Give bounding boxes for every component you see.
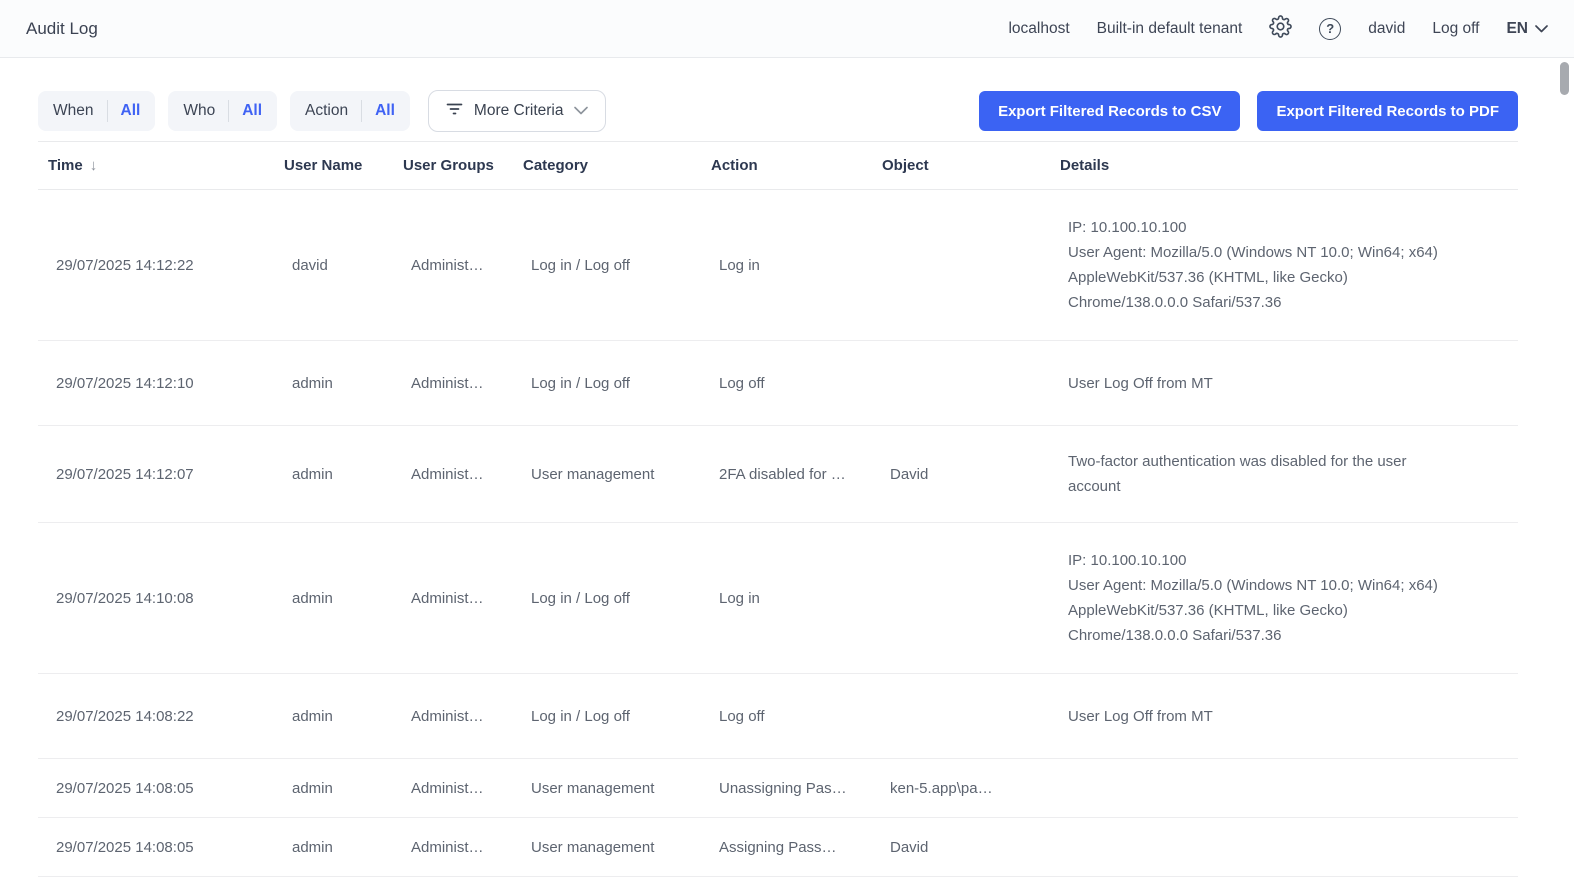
- chevron-down-icon: [574, 102, 588, 120]
- cell-details: IP: 10.100.10.100 User Agent: Mozilla/5.…: [1060, 548, 1518, 648]
- filter-label: Who: [183, 102, 215, 120]
- cell-time: 29/07/2025 14:08:22: [48, 706, 284, 727]
- column-header-user-name[interactable]: User Name: [284, 157, 403, 174]
- filter-label: Action: [305, 102, 348, 120]
- cell-user-name: david: [284, 255, 403, 276]
- tenant-label: Built-in default tenant: [1097, 20, 1243, 38]
- cell-details: IP: 10.100.10.100 User Agent: Mozilla/5.…: [1060, 215, 1518, 315]
- export-csv-button[interactable]: Export Filtered Records to CSV: [979, 91, 1240, 131]
- column-label: Time: [48, 157, 83, 174]
- export-buttons: Export Filtered Records to CSV Export Fi…: [979, 91, 1518, 131]
- cell-user-name: admin: [284, 837, 403, 858]
- gear-icon: [1269, 15, 1292, 43]
- cell-category: Log in / Log off: [523, 255, 711, 276]
- filter-chip-action[interactable]: Action All: [290, 91, 410, 131]
- column-header-object[interactable]: Object: [882, 157, 1060, 174]
- cell-action: Unassigning Pas…: [711, 778, 882, 799]
- table-row[interactable]: 29/07/2025 14:12:22 david Administ… Log …: [38, 190, 1518, 341]
- table-row[interactable]: 29/07/2025 14:08:22 admin Administ… Log …: [38, 674, 1518, 759]
- cell-user-groups: Administ…: [403, 373, 523, 394]
- cell-category: Log in / Log off: [523, 706, 711, 727]
- filter-chip-when[interactable]: When All: [38, 91, 155, 131]
- table-row[interactable]: 29/07/2025 14:08:05 admin Administ… User…: [38, 759, 1518, 818]
- table-header-row: Time ↓ User Name User Groups Category Ac…: [38, 141, 1518, 190]
- cell-user-groups: Administ…: [403, 464, 523, 485]
- filter-toolbar: When All Who All Action All More Criteri…: [38, 90, 1518, 132]
- sort-descending-icon[interactable]: ↓: [90, 157, 98, 174]
- topbar: Audit Log localhost Built-in default ten…: [0, 0, 1574, 58]
- cell-time: 29/07/2025 14:08:05: [48, 837, 284, 858]
- cell-time: 29/07/2025 14:08:05: [48, 778, 284, 799]
- page-title: Audit Log: [26, 19, 98, 39]
- filter-icon: [446, 101, 463, 121]
- help-icon: ?: [1319, 18, 1341, 40]
- cell-user-name: admin: [284, 778, 403, 799]
- cell-user-groups: Administ…: [403, 778, 523, 799]
- cell-user-name: admin: [284, 464, 403, 485]
- audit-log-table: Time ↓ User Name User Groups Category Ac…: [38, 141, 1518, 877]
- cell-category: Log in / Log off: [523, 588, 711, 609]
- chevron-down-icon: [1535, 20, 1548, 38]
- table-body: 29/07/2025 14:12:22 david Administ… Log …: [38, 190, 1518, 877]
- cell-object: David: [882, 837, 1060, 858]
- host-label: localhost: [1008, 20, 1069, 38]
- cell-action: Log in: [711, 588, 882, 609]
- cell-user-groups: Administ…: [403, 706, 523, 727]
- language-label: EN: [1506, 20, 1528, 38]
- filter-value[interactable]: All: [242, 102, 262, 120]
- cell-user-groups: Administ…: [403, 837, 523, 858]
- column-header-action[interactable]: Action: [711, 157, 882, 174]
- cell-user-groups: Administ…: [403, 255, 523, 276]
- cell-category: Log in / Log off: [523, 373, 711, 394]
- column-header-time[interactable]: Time ↓: [48, 157, 284, 174]
- current-user[interactable]: david: [1368, 20, 1405, 38]
- table-row[interactable]: 29/07/2025 14:12:10 admin Administ… Log …: [38, 341, 1518, 426]
- column-header-category[interactable]: Category: [523, 157, 711, 174]
- language-selector[interactable]: EN: [1506, 20, 1548, 38]
- filter-value[interactable]: All: [375, 102, 395, 120]
- cell-action: Log in: [711, 255, 882, 276]
- cell-user-name: admin: [284, 706, 403, 727]
- cell-object: David: [882, 464, 1060, 485]
- chip-divider: [228, 100, 229, 122]
- filter-chip-who[interactable]: Who All: [168, 91, 277, 131]
- chip-divider: [361, 100, 362, 122]
- table-row[interactable]: 29/07/2025 14:12:07 admin Administ… User…: [38, 426, 1518, 523]
- cell-details: Two-factor authentication was disabled f…: [1060, 449, 1518, 499]
- cell-category: User management: [523, 778, 711, 799]
- cell-action: Log off: [711, 373, 882, 394]
- table-row[interactable]: 29/07/2025 14:10:08 admin Administ… Log …: [38, 523, 1518, 674]
- chip-divider: [107, 100, 108, 122]
- cell-category: User management: [523, 464, 711, 485]
- column-header-details[interactable]: Details: [1060, 157, 1518, 174]
- cell-user-groups: Administ…: [403, 588, 523, 609]
- cell-time: 29/07/2025 14:10:08: [48, 588, 284, 609]
- cell-object: ken-5.app\pa…: [882, 778, 1060, 799]
- cell-time: 29/07/2025 14:12:22: [48, 255, 284, 276]
- cell-category: User management: [523, 837, 711, 858]
- more-criteria-label: More Criteria: [474, 102, 564, 120]
- filter-label: When: [53, 102, 94, 120]
- vertical-scrollbar-thumb[interactable]: [1560, 62, 1569, 95]
- cell-user-name: admin: [284, 373, 403, 394]
- table-row[interactable]: 29/07/2025 14:08:05 admin Administ… User…: [38, 818, 1518, 877]
- more-criteria-button[interactable]: More Criteria: [428, 90, 607, 132]
- filter-value[interactable]: All: [121, 102, 141, 120]
- cell-action: 2FA disabled for …: [711, 464, 882, 485]
- export-pdf-button[interactable]: Export Filtered Records to PDF: [1257, 91, 1518, 131]
- cell-details: User Log Off from MT: [1060, 371, 1518, 396]
- help-button[interactable]: ?: [1319, 18, 1341, 40]
- cell-action: Assigning Pass…: [711, 837, 882, 858]
- cell-details: User Log Off from MT: [1060, 704, 1518, 729]
- cell-action: Log off: [711, 706, 882, 727]
- topbar-right: localhost Built-in default tenant ? davi…: [1008, 15, 1548, 43]
- log-off-button[interactable]: Log off: [1432, 20, 1479, 38]
- cell-time: 29/07/2025 14:12:10: [48, 373, 284, 394]
- cell-user-name: admin: [284, 588, 403, 609]
- column-header-user-groups[interactable]: User Groups: [403, 157, 523, 174]
- cell-time: 29/07/2025 14:12:07: [48, 464, 284, 485]
- settings-button[interactable]: [1269, 15, 1292, 43]
